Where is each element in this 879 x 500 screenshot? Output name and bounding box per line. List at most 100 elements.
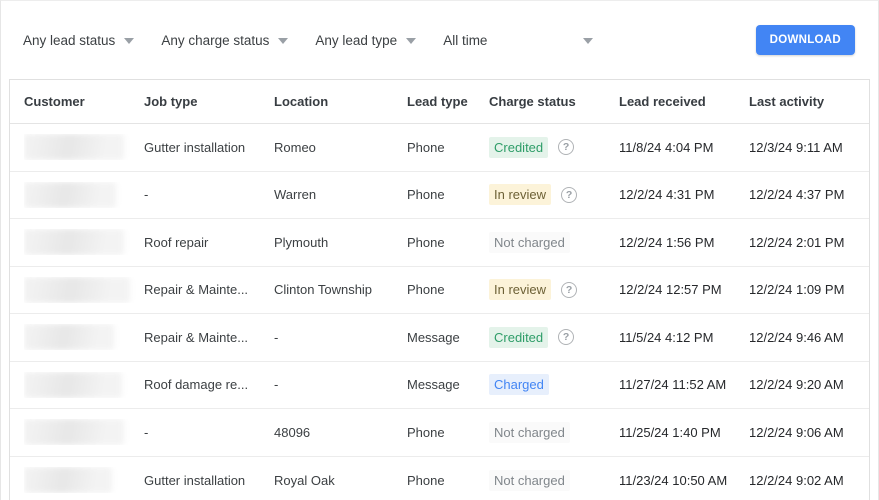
charge-status-badge: Credited: [489, 326, 549, 348]
leads-dashboard: Any lead status Any charge status Any le…: [0, 0, 879, 500]
charge-status-badge: In review: [489, 279, 552, 301]
table-body: Gutter installation Romeo Phone Credited…: [10, 124, 869, 500]
lead-type-filter[interactable]: Any lead type: [315, 32, 417, 48]
job-type-cell: Repair & Mainte...: [144, 282, 249, 298]
lead-type-cell: Phone: [407, 424, 445, 440]
leads-table: Customer Job type Location Lead type Charge …: [9, 79, 870, 500]
table-row[interactable]: Repair & Mainte... - Message Credited ? …: [10, 314, 869, 362]
column-header: Lead received: [619, 94, 706, 109]
charge-status-filter-label: Any charge status: [161, 32, 270, 48]
table-row[interactable]: Gutter installation Royal Oak Phone Not …: [10, 456, 869, 500]
column-header: Last activity: [749, 94, 825, 109]
job-type-cell: Repair & Mainte...: [144, 329, 249, 345]
customer-cell: [24, 467, 144, 494]
table-row[interactable]: - 48096 Phone Not charged 11/25/24 1:40 …: [10, 409, 869, 457]
lead-received-cell: 11/27/24 11:52 AM: [619, 377, 727, 393]
help-icon[interactable]: ?: [558, 139, 575, 156]
filter-bar: Any lead status Any charge status Any le…: [1, 1, 878, 79]
column-header: Location: [274, 94, 329, 109]
charge-status-cell: Not charged: [489, 231, 619, 253]
charge-status-filter[interactable]: Any charge status: [161, 32, 289, 48]
time-range-filter[interactable]: All time: [443, 32, 594, 48]
charge-status-badge: Not charged: [489, 421, 570, 443]
last-activity-cell: 12/2/24 9:06 AM: [749, 424, 844, 440]
customer-cell: [24, 419, 144, 446]
charge-status-cell: Not charged: [489, 421, 619, 443]
table-row[interactable]: Gutter installation Romeo Phone Credited…: [10, 124, 869, 172]
charge-status-cell: Credited ?: [489, 136, 619, 158]
location-cell: -: [274, 377, 279, 393]
charge-status-cell: Charged: [489, 374, 619, 396]
job-type-cell: -: [144, 187, 149, 203]
lead-type-cell: Phone: [407, 282, 445, 298]
column-header: Customer: [24, 94, 85, 109]
column-header: Job type: [144, 94, 198, 109]
charge-status-badge: Charged: [489, 374, 549, 396]
chevron-down-icon: [583, 38, 594, 44]
customer-cell: [24, 181, 144, 208]
location-cell: Romeo: [274, 139, 316, 155]
blurred-customer-name: [24, 181, 116, 208]
location-cell: Warren: [274, 187, 317, 203]
charge-status-cell: Credited ?: [489, 326, 619, 348]
lead-status-filter[interactable]: Any lead status: [23, 32, 135, 48]
lead-type-cell: Phone: [407, 139, 445, 155]
chevron-down-icon: [124, 38, 135, 44]
lead-type-filter-label: Any lead type: [315, 32, 398, 48]
blurred-customer-name: [24, 229, 124, 256]
table-row[interactable]: Repair & Mainte... Clinton Township Phon…: [10, 266, 869, 314]
table-row[interactable]: Roof damage re... - Message Charged 11/2…: [10, 361, 869, 409]
help-icon[interactable]: ?: [561, 186, 578, 203]
charge-status-badge: Not charged: [489, 469, 570, 491]
blurred-customer-name: [24, 419, 124, 446]
chevron-down-icon: [278, 38, 289, 44]
table-header-row: Customer Job type Location Lead type Charge …: [10, 80, 869, 124]
last-activity-cell: 12/2/24 9:02 AM: [749, 472, 844, 488]
location-cell: Clinton Township: [274, 282, 373, 298]
last-activity-cell: 12/2/24 2:01 PM: [749, 234, 845, 250]
chevron-down-icon: [406, 38, 417, 44]
time-range-filter-label: All time: [443, 32, 488, 48]
job-type-cell: Roof repair: [144, 234, 209, 250]
blurred-customer-name: [24, 276, 130, 303]
location-cell: -: [274, 329, 279, 345]
charge-status-cell: In review ?: [489, 184, 619, 206]
lead-received-cell: 12/2/24 4:31 PM: [619, 187, 715, 203]
help-icon[interactable]: ?: [561, 281, 578, 298]
table-row[interactable]: Roof repair Plymouth Phone Not charged 1…: [10, 219, 869, 267]
lead-received-cell: 11/23/24 10:50 AM: [619, 472, 728, 488]
charge-status-badge: In review: [489, 184, 552, 206]
lead-received-cell: 11/8/24 4:04 PM: [619, 139, 714, 155]
column-header: Charge status: [489, 94, 576, 109]
last-activity-cell: 12/2/24 9:46 AM: [749, 329, 844, 345]
blurred-customer-name: [24, 371, 122, 398]
customer-cell: [24, 371, 144, 398]
table-row[interactable]: - Warren Phone In review ? 12/2/24 4:31 …: [10, 171, 869, 219]
lead-type-cell: Message: [407, 377, 460, 393]
last-activity-cell: 12/2/24 4:37 PM: [749, 187, 845, 203]
customer-cell: [24, 229, 144, 256]
column-header: Lead type: [407, 94, 468, 109]
blurred-customer-name: [24, 467, 112, 494]
last-activity-cell: 12/2/24 9:20 AM: [749, 377, 844, 393]
lead-type-cell: Phone: [407, 234, 445, 250]
charge-status-cell: In review ?: [489, 279, 619, 301]
lead-type-cell: Phone: [407, 187, 445, 203]
help-icon[interactable]: ?: [558, 329, 575, 346]
charge-status-cell: Not charged: [489, 469, 619, 491]
download-button[interactable]: DOWNLOAD: [755, 25, 855, 55]
lead-status-filter-label: Any lead status: [23, 32, 116, 48]
job-type-cell: Gutter installation: [144, 472, 246, 488]
job-type-cell: -: [144, 424, 149, 440]
lead-received-cell: 12/2/24 1:56 PM: [619, 234, 715, 250]
last-activity-cell: 12/3/24 9:11 AM: [749, 139, 843, 155]
location-cell: 48096: [274, 424, 311, 440]
customer-cell: [24, 276, 144, 303]
lead-received-cell: 11/25/24 1:40 PM: [619, 424, 721, 440]
job-type-cell: Gutter installation: [144, 139, 246, 155]
customer-cell: [24, 134, 144, 161]
lead-type-cell: Message: [407, 329, 460, 345]
charge-status-badge: Not charged: [489, 231, 570, 253]
customer-cell: [24, 324, 144, 351]
last-activity-cell: 12/2/24 1:09 PM: [749, 282, 845, 298]
